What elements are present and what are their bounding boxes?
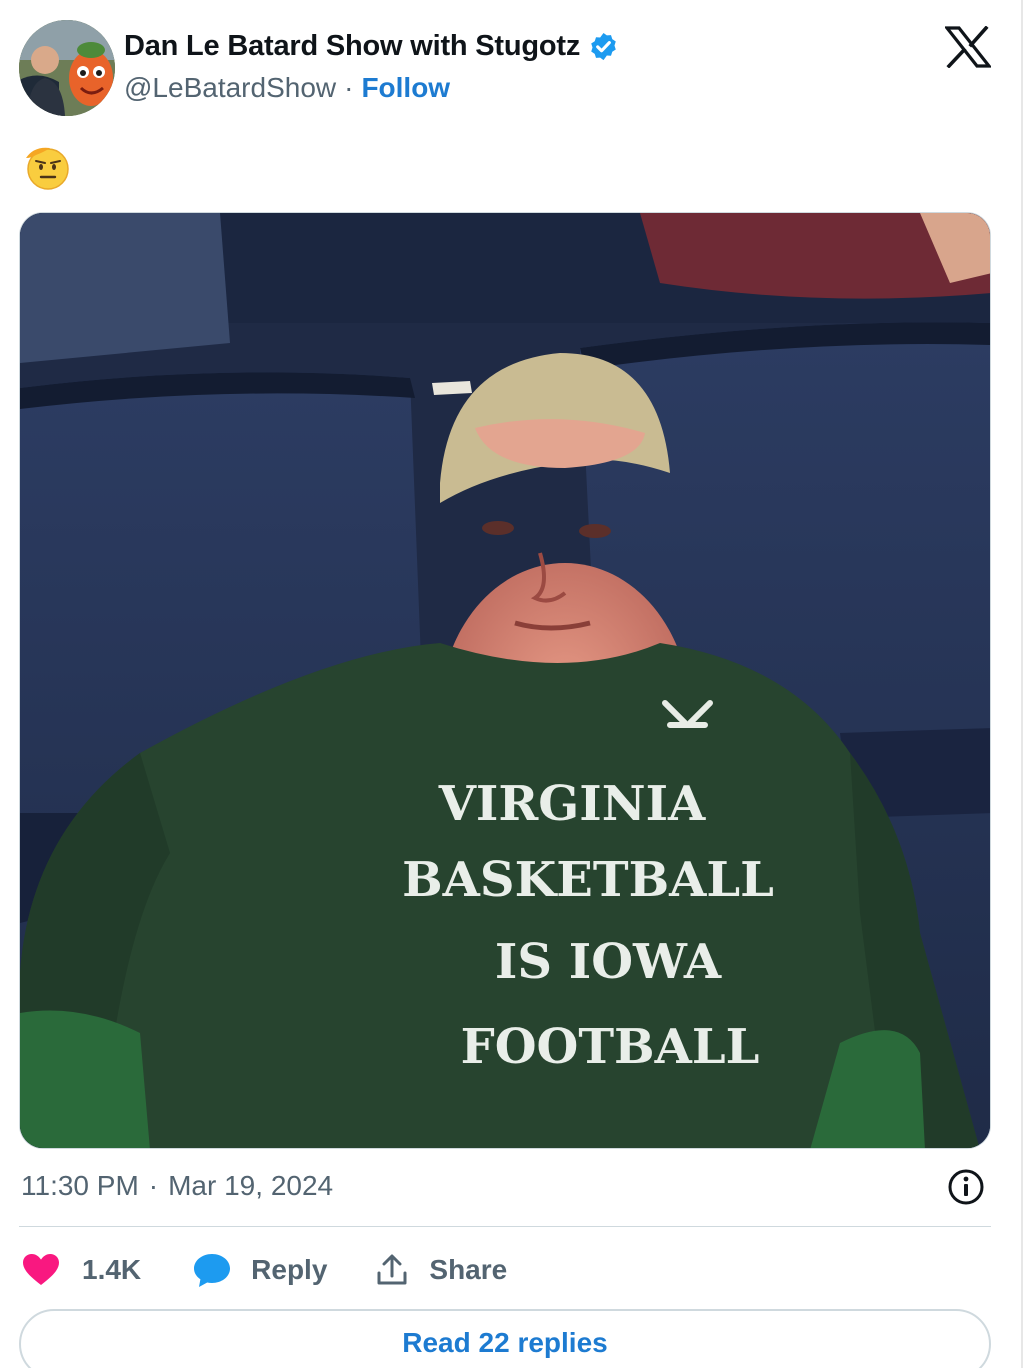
author-display-name[interactable]: Dan Le Batard Show with Stugotz (124, 30, 580, 63)
tweet-actions: 1.4K Reply Share (22, 1245, 507, 1295)
handle-separator: · (344, 72, 354, 103)
reply-label: Reply (251, 1254, 328, 1285)
meta-divider (19, 1226, 991, 1227)
timestamp-separator: · (148, 1170, 159, 1201)
shirt-text-line-4: FOOTBALL (461, 1019, 760, 1075)
author-handle-row: @LeBatardShow · Follow (124, 72, 450, 104)
shirt-text-line-3: IS IOWA (495, 934, 722, 990)
tweet-timestamp[interactable]: 11:30 PM · Mar 19, 2024 (21, 1170, 333, 1202)
author-handle[interactable]: @LeBatardShow (124, 72, 336, 104)
tweet-media-photo[interactable]: VIRGINIA BASKETBALL IS IOWA FOOTBALL (19, 212, 991, 1149)
share-upload-icon (377, 1254, 407, 1285)
follow-button[interactable]: Follow (361, 72, 450, 104)
info-icon[interactable] (947, 1168, 985, 1206)
read-replies-button[interactable]: Read 22 replies (19, 1309, 991, 1368)
reply-button[interactable]: Reply (193, 1252, 327, 1288)
shirt-text-line-2: BASKETBALL (402, 852, 774, 908)
page-edge-divider (1021, 0, 1023, 1368)
tweet-time: 11:30 PM (21, 1170, 139, 1201)
heart-icon (23, 1254, 59, 1285)
x-logo-icon[interactable] (945, 26, 991, 68)
like-count: 1.4K (82, 1254, 142, 1285)
speech-bubble-icon (194, 1254, 231, 1287)
saluting-face-emoji (22, 142, 72, 190)
tweet-date: Mar 19, 2024 (168, 1170, 334, 1201)
avatar[interactable] (19, 20, 115, 116)
share-button[interactable]: Share (375, 1253, 507, 1287)
like-button[interactable]: 1.4K (22, 1253, 141, 1287)
shirt-text-line-1: VIRGINIA (438, 776, 706, 832)
verified-badge-icon (588, 31, 619, 62)
share-label: Share (429, 1254, 508, 1285)
tweet-header: Dan Le Batard Show with Stugotz @LeBatar… (19, 20, 1009, 118)
author-name-row: Dan Le Batard Show with Stugotz (124, 30, 619, 63)
read-replies-label: Read 22 replies (402, 1327, 608, 1358)
